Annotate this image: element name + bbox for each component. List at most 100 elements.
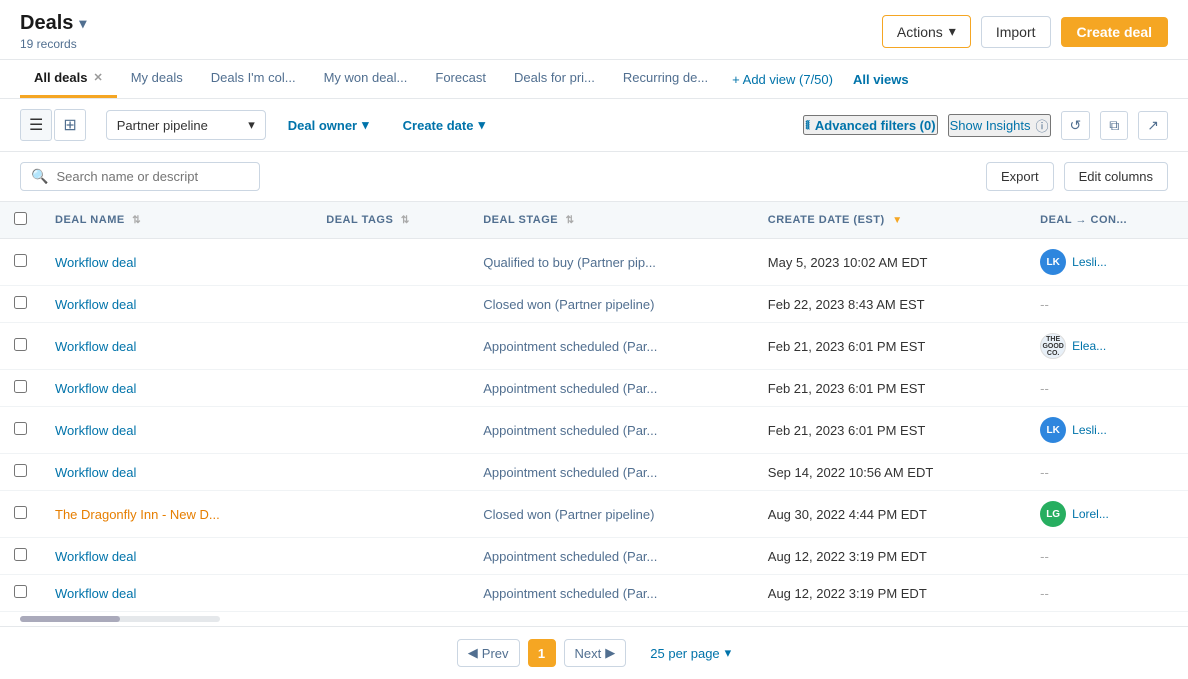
avatar: LK [1040, 249, 1066, 275]
deal-name-link[interactable]: Workflow deal [55, 381, 136, 396]
contact-cell: LK Lesli... [1026, 239, 1188, 286]
row-checkbox[interactable] [14, 296, 27, 309]
pipeline-chevron-icon: ▾ [248, 117, 255, 133]
contact-cell: -- [1026, 575, 1188, 612]
create-deal-button[interactable]: Create deal [1061, 17, 1168, 47]
actions-button[interactable]: Actions ▾ [882, 15, 971, 48]
deal-stage-cell: Appointment scheduled (Par... [469, 323, 754, 370]
create-date-label: Create date [403, 118, 474, 133]
tab-label: All deals [34, 70, 87, 85]
prev-label: Prev [482, 646, 509, 661]
contact-cell: -- [1026, 454, 1188, 491]
row-checkbox[interactable] [14, 548, 27, 561]
col-create-date[interactable]: Create date (EST) ▼ [754, 202, 1026, 239]
show-insights-button[interactable]: Show Insights ⓘ [948, 114, 1051, 137]
contact-name[interactable]: Elea... [1072, 339, 1106, 353]
row-checkbox[interactable] [14, 338, 27, 351]
col-deal-name[interactable]: Deal name ⇅ [41, 202, 312, 239]
create-date-cell: Aug 30, 2022 4:44 PM EDT [754, 491, 1026, 538]
copy-button[interactable]: ⧉ [1100, 111, 1128, 140]
select-all-header[interactable] [0, 202, 41, 239]
contact-name[interactable]: Lesli... [1072, 255, 1107, 269]
advanced-filters-button[interactable]: ⧛ Advanced filters (0) [803, 115, 937, 135]
col-deal-stage[interactable]: Deal stage ⇅ [469, 202, 754, 239]
tab-deals-im-col[interactable]: Deals I'm col... [197, 60, 310, 98]
deal-name-cell: Workflow deal [41, 239, 312, 286]
tab-label: Deals I'm col... [211, 70, 296, 85]
export-button[interactable]: Export [986, 162, 1054, 191]
title-dropdown-icon[interactable]: ▾ [79, 15, 86, 32]
deal-name-cell: The Dragonfly Inn - New D... [41, 491, 312, 538]
deal-name-cell: Workflow deal [41, 538, 312, 575]
deal-name-link[interactable]: The Dragonfly Inn - New D... [55, 507, 220, 522]
grid-view-button[interactable]: ⊞ [54, 109, 85, 141]
table-row: Workflow dealAppointment scheduled (Par.… [0, 407, 1188, 454]
scrollbar-thumb[interactable] [20, 616, 120, 622]
list-view-button[interactable]: ☰ [20, 109, 52, 141]
row-checkbox[interactable] [14, 464, 27, 477]
contact-cell: -- [1026, 286, 1188, 323]
contact-name[interactable]: Lesli... [1072, 423, 1107, 437]
table-row: Workflow dealAppointment scheduled (Par.… [0, 370, 1188, 407]
tab-all-deals[interactable]: All deals ✕ [20, 60, 117, 98]
show-insights-label: Show Insights [950, 118, 1031, 133]
create-date-cell: Feb 21, 2023 6:01 PM EST [754, 323, 1026, 370]
row-checkbox-cell [0, 286, 41, 323]
row-checkbox-cell [0, 407, 41, 454]
deal-stage-cell: Closed won (Partner pipeline) [469, 491, 754, 538]
deal-name-cell: Workflow deal [41, 407, 312, 454]
tab-deals-for-pri[interactable]: Deals for pri... [500, 60, 609, 98]
contact-info: THEGOODCO.Elea... [1040, 333, 1174, 359]
share-button[interactable]: ↗ [1138, 111, 1168, 140]
tab-recurring[interactable]: Recurring de... [609, 60, 722, 98]
edit-columns-button[interactable]: Edit columns [1064, 162, 1168, 191]
search-input[interactable] [56, 169, 249, 184]
next-label: Next [575, 646, 602, 661]
select-all-checkbox[interactable] [14, 212, 27, 225]
col-deal-tags[interactable]: Deal tags ⇅ [312, 202, 469, 239]
scrollbar-track[interactable] [20, 616, 220, 622]
row-checkbox[interactable] [14, 380, 27, 393]
create-date-cell: Aug 12, 2022 3:19 PM EDT [754, 538, 1026, 575]
tab-my-deals[interactable]: My deals [117, 60, 197, 98]
row-checkbox[interactable] [14, 585, 27, 598]
tab-label: Deals for pri... [514, 70, 595, 85]
deal-name-link[interactable]: Workflow deal [55, 423, 136, 438]
undo-button[interactable]: ↺ [1061, 111, 1091, 140]
pipeline-label: Partner pipeline [117, 118, 208, 133]
prev-page-button[interactable]: ◀ Prev [457, 639, 520, 667]
deal-name-link[interactable]: Workflow deal [55, 255, 136, 270]
tab-my-won-deals[interactable]: My won deal... [310, 60, 422, 98]
deal-name-link[interactable]: Workflow deal [55, 339, 136, 354]
create-date-filter[interactable]: Create date ▾ [391, 111, 497, 139]
per-page-select[interactable]: 25 per page ▾ [650, 645, 731, 661]
add-view-button[interactable]: + Add view (7/50) [722, 62, 843, 97]
deal-name-link[interactable]: Workflow deal [55, 549, 136, 564]
next-page-button[interactable]: Next ▶ [564, 639, 627, 667]
table-row: Workflow dealQualified to buy (Partner p… [0, 239, 1188, 286]
search-box[interactable]: 🔍 [20, 162, 260, 191]
deal-name-link[interactable]: Workflow deal [55, 465, 136, 480]
per-page-chevron-icon: ▾ [725, 645, 732, 661]
chevron-right-icon: ▶ [605, 645, 615, 661]
row-checkbox[interactable] [14, 254, 27, 267]
deal-stage-cell: Closed won (Partner pipeline) [469, 286, 754, 323]
table-header-row: Deal name ⇅ Deal tags ⇅ Deal stage ⇅ Cre… [0, 202, 1188, 239]
deal-owner-filter[interactable]: Deal owner ▾ [276, 111, 381, 139]
tab-forecast[interactable]: Forecast [421, 60, 500, 98]
page-number-1[interactable]: 1 [528, 639, 556, 667]
table-row: Workflow dealAppointment scheduled (Par.… [0, 575, 1188, 612]
contact-name[interactable]: Lorel... [1072, 507, 1109, 521]
deal-name-link[interactable]: Workflow deal [55, 297, 136, 312]
row-checkbox[interactable] [14, 506, 27, 519]
pipeline-select[interactable]: Partner pipeline ▾ [106, 110, 266, 140]
deal-tags-cell [312, 370, 469, 407]
record-count: 19 records [20, 37, 86, 51]
row-checkbox[interactable] [14, 422, 27, 435]
table-row: Workflow deal Appointment scheduled (Par.… [0, 323, 1188, 370]
all-views-button[interactable]: All views [843, 62, 919, 97]
row-checkbox-cell [0, 239, 41, 286]
deal-name-link[interactable]: Workflow deal [55, 586, 136, 601]
tab-close-icon[interactable]: ✕ [93, 71, 102, 84]
import-button[interactable]: Import [981, 16, 1051, 48]
